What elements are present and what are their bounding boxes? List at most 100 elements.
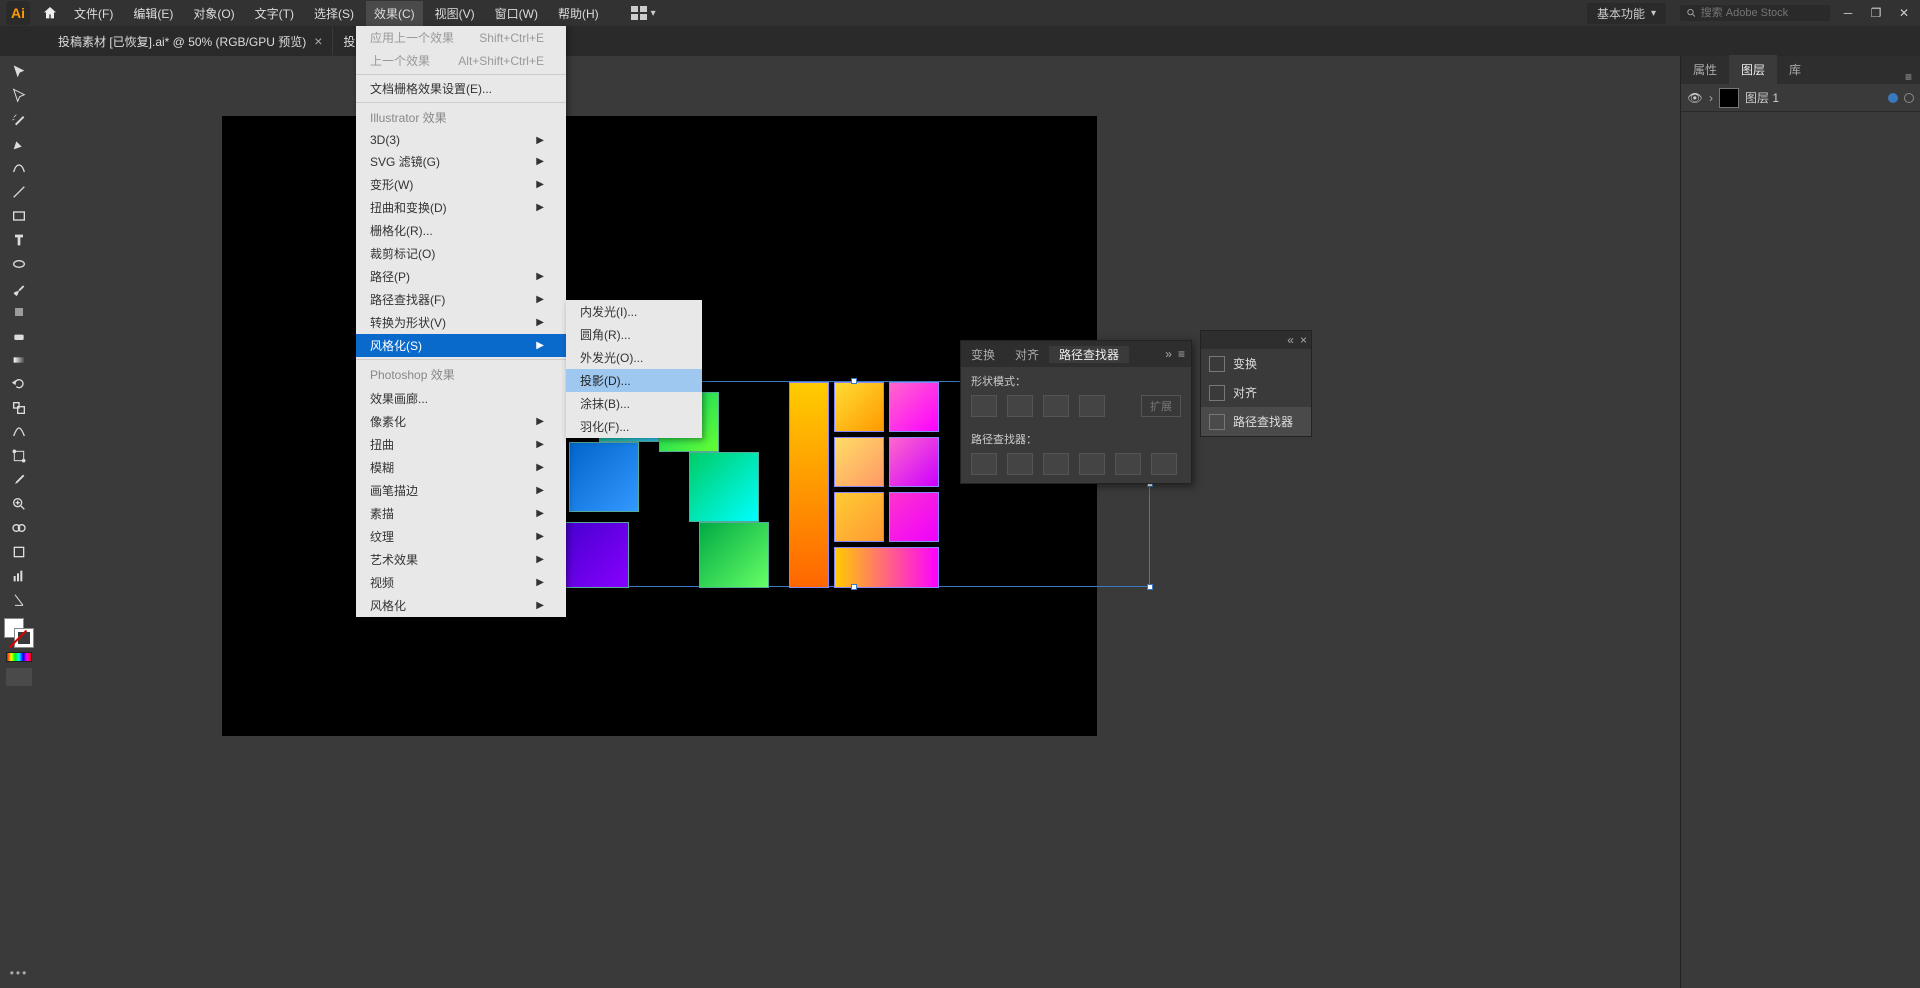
menu-last-effect[interactable]: 上一个效果 Alt+Shift+Ctrl+E <box>356 49 566 72</box>
expand-button[interactable]: 扩展 <box>1141 395 1181 417</box>
menu-convert-to-shape[interactable]: 转换为形状(V)▶ <box>356 311 566 334</box>
window-close-icon[interactable]: ✕ <box>1894 3 1914 23</box>
menu-video[interactable]: 视频▶ <box>356 571 566 594</box>
menu-doc-raster-settings[interactable]: 文档栅格效果设置(E)... <box>356 77 566 100</box>
color-mode-bar[interactable] <box>6 652 32 662</box>
layer-name[interactable]: 图层 1 <box>1745 89 1779 106</box>
menu-crop-marks[interactable]: 裁剪标记(O) <box>356 242 566 265</box>
graph-tool[interactable] <box>3 564 35 588</box>
paintbrush-tool[interactable] <box>3 276 35 300</box>
screen-mode-button[interactable] <box>6 668 32 686</box>
menu-distort[interactable]: 扭曲▶ <box>356 433 566 456</box>
exclude-button[interactable] <box>1079 395 1105 417</box>
eyedropper-tool[interactable] <box>3 468 35 492</box>
selection-tool[interactable] <box>3 60 35 84</box>
scale-tool[interactable] <box>3 396 35 420</box>
type-tool[interactable] <box>3 228 35 252</box>
mini-pathfinder[interactable]: 路径查找器 <box>1201 407 1311 436</box>
pen-tool[interactable] <box>3 132 35 156</box>
layer-row[interactable]: 👁 › 图层 1 <box>1681 84 1920 112</box>
menu-3d[interactable]: 3D(3)▶ <box>356 130 566 150</box>
menu-pathfinder[interactable]: 路径查找器(F)▶ <box>356 288 566 311</box>
mini-transform[interactable]: 变换 <box>1201 349 1311 378</box>
submenu-round-corners[interactable]: 圆角(R)... <box>566 323 702 346</box>
tab-close-icon[interactable]: × <box>314 33 322 49</box>
eraser-tool[interactable] <box>3 324 35 348</box>
tab-properties[interactable]: 属性 <box>1681 55 1729 84</box>
rectangle-tool[interactable] <box>3 204 35 228</box>
tab-document-1[interactable]: 投稿素材 [已恢复].ai* @ 50% (RGB/GPU 预览) × <box>48 27 333 55</box>
edit-toolbar-icon[interactable]: ••• <box>10 966 29 980</box>
menu-view[interactable]: 视图(V) <box>427 1 483 26</box>
menu-artistic[interactable]: 艺术效果▶ <box>356 548 566 571</box>
zoom-tool[interactable] <box>3 492 35 516</box>
menu-brush-strokes[interactable]: 画笔描边▶ <box>356 479 566 502</box>
submenu-outer-glow[interactable]: 外发光(O)... <box>566 346 702 369</box>
menu-warp[interactable]: 变形(W)▶ <box>356 173 566 196</box>
menu-apply-last-effect[interactable]: 应用上一个效果 Shift+Ctrl+E <box>356 26 566 49</box>
menu-blur[interactable]: 模糊▶ <box>356 456 566 479</box>
mini-align[interactable]: 对齐 <box>1201 378 1311 407</box>
menu-window[interactable]: 窗口(W) <box>487 1 546 26</box>
menu-object[interactable]: 对象(O) <box>185 1 242 26</box>
divide-button[interactable] <box>971 453 997 475</box>
panel-menu-icon[interactable]: ≡ <box>1897 70 1920 84</box>
layer-target-icon[interactable] <box>1904 93 1914 103</box>
workspace-switcher[interactable]: 基本功能 ▾ <box>1587 3 1666 24</box>
menu-select[interactable]: 选择(S) <box>306 1 362 26</box>
submenu-scribble[interactable]: 涂抹(B)... <box>566 392 702 415</box>
window-minimize-icon[interactable]: ─ <box>1838 3 1858 23</box>
menu-stylize[interactable]: 风格化(S)▶ <box>356 334 566 357</box>
line-tool[interactable] <box>3 180 35 204</box>
curvature-tool[interactable] <box>3 156 35 180</box>
blend-tool[interactable] <box>3 516 35 540</box>
gradient-tool[interactable] <box>3 348 35 372</box>
tab-layers[interactable]: 图层 <box>1729 55 1777 84</box>
menu-distort-transform[interactable]: 扭曲和变换(D)▶ <box>356 196 566 219</box>
menu-effect-gallery[interactable]: 效果画廊... <box>356 387 566 410</box>
pf-tab-transform[interactable]: 变换 <box>961 346 1005 363</box>
slice-tool[interactable] <box>3 588 35 612</box>
crop-button[interactable] <box>1079 453 1105 475</box>
menu-pixelate[interactable]: 像素化▶ <box>356 410 566 433</box>
visibility-icon[interactable]: 👁 <box>1687 91 1703 105</box>
arrange-docs-icon[interactable]: ▾ <box>631 6 656 20</box>
shaper-tool[interactable] <box>3 300 35 324</box>
search-input[interactable] <box>1701 7 1824 19</box>
menu-texture[interactable]: 纹理▶ <box>356 525 566 548</box>
free-transform-tool[interactable] <box>3 444 35 468</box>
mini-collapse-icon[interactable]: « <box>1287 333 1294 347</box>
minus-front-button[interactable] <box>1007 395 1033 417</box>
mini-close-icon[interactable]: × <box>1300 333 1307 347</box>
trim-button[interactable] <box>1007 453 1033 475</box>
menu-rasterize[interactable]: 栅格化(R)... <box>356 219 566 242</box>
menu-sketch[interactable]: 素描▶ <box>356 502 566 525</box>
ellipse-tool[interactable] <box>3 252 35 276</box>
fill-stroke-swatch[interactable] <box>4 618 34 648</box>
pf-tab-pathfinder[interactable]: 路径查找器 <box>1049 346 1129 363</box>
outline-button[interactable] <box>1115 453 1141 475</box>
panel-collapse-icon[interactable]: » <box>1165 347 1172 361</box>
expand-arrow-icon[interactable]: › <box>1709 91 1713 105</box>
canvas-area[interactable] <box>38 56 1680 988</box>
pf-tab-align[interactable]: 对齐 <box>1005 346 1049 363</box>
menu-stylize-ps[interactable]: 风格化▶ <box>356 594 566 617</box>
submenu-drop-shadow[interactable]: 投影(D)... <box>566 369 702 392</box>
artboard-tool[interactable] <box>3 540 35 564</box>
merge-button[interactable] <box>1043 453 1069 475</box>
rotate-tool[interactable] <box>3 372 35 396</box>
menu-file[interactable]: 文件(F) <box>66 1 121 26</box>
submenu-feather[interactable]: 羽化(F)... <box>566 415 702 438</box>
submenu-inner-glow[interactable]: 内发光(I)... <box>566 300 702 323</box>
menu-svg-filters[interactable]: SVG 滤镜(G)▶ <box>356 150 566 173</box>
panel-menu-icon[interactable]: ≡ <box>1178 347 1185 361</box>
menu-edit[interactable]: 编辑(E) <box>125 1 181 26</box>
menu-path[interactable]: 路径(P)▶ <box>356 265 566 288</box>
magic-wand-tool[interactable] <box>3 108 35 132</box>
home-icon[interactable] <box>38 1 62 25</box>
menu-help[interactable]: 帮助(H) <box>550 1 607 26</box>
menu-type[interactable]: 文字(T) <box>247 1 302 26</box>
intersect-button[interactable] <box>1043 395 1069 417</box>
tab-libraries[interactable]: 库 <box>1777 55 1813 84</box>
search-stock[interactable] <box>1680 5 1830 21</box>
